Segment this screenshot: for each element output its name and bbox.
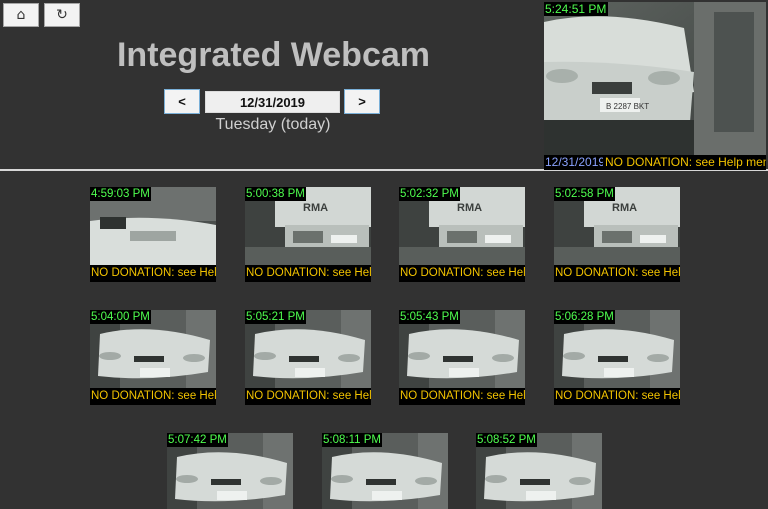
previous-day-button[interactable]: <	[164, 89, 200, 114]
thumbnail[interactable]: RMA 5:00:38 PM NO DONATION: see Hel	[245, 187, 371, 283]
home-icon: ⌂	[16, 7, 26, 23]
thumbnail[interactable]: 5:08:52 PM	[476, 433, 602, 509]
live-camera-image: B 2287 BKT	[544, 2, 766, 156]
live-timestamp: 5:24:51 PM	[544, 2, 609, 16]
svg-text:RMA: RMA	[457, 202, 482, 214]
thumbnail[interactable]: 5:08:11 PM	[322, 433, 448, 509]
page-title: Integrated Webcam	[116, 36, 430, 74]
thumbnail[interactable]: RMA 5:02:32 PM NO DONATION: see Hel	[399, 187, 525, 283]
live-date: 12/31/2019	[544, 155, 607, 170]
svg-text:RMA: RMA	[303, 202, 328, 214]
svg-text:B 2287 BKT: B 2287 BKT	[606, 102, 649, 111]
thumbnail-timestamp: 5:05:43 PM	[399, 310, 460, 324]
thumbnail[interactable]: RMA 5:02:58 PM NO DONATION: see Hel	[554, 187, 680, 283]
thumbnail-donation-notice: NO DONATION: see Hel	[90, 265, 216, 282]
thumbnail-timestamp: 5:08:52 PM	[476, 433, 537, 447]
home-button[interactable]: ⌂	[3, 3, 39, 27]
thumbnail-timestamp: 5:02:58 PM	[554, 187, 615, 201]
thumbnail-timestamp: 5:00:38 PM	[245, 187, 306, 201]
thumbnail[interactable]: 4:59:03 PM NO DONATION: see Hel	[90, 187, 216, 283]
thumbnail-timestamp: 5:02:32 PM	[399, 187, 460, 201]
thumbnail-timestamp: 4:59:03 PM	[90, 187, 151, 201]
thumbnail-timestamp: 5:06:28 PM	[554, 310, 615, 324]
refresh-button[interactable]: ↻	[44, 3, 80, 27]
thumbnail-donation-notice: NO DONATION: see Hel	[90, 388, 216, 405]
thumbnail[interactable]: 5:07:42 PM	[167, 433, 293, 509]
live-donation-notice: NO DONATION: see Help menu	[603, 155, 766, 170]
thumbnail-donation-notice: NO DONATION: see Hel	[399, 265, 525, 282]
thumbnail[interactable]: 5:05:21 PM NO DONATION: see Hel	[245, 310, 371, 406]
thumbnail-donation-notice: NO DONATION: see Hel	[399, 388, 525, 405]
svg-text:RMA: RMA	[612, 202, 637, 214]
thumbnail[interactable]: 5:04:00 PM NO DONATION: see Hel	[90, 310, 216, 406]
thumbnail-donation-notice: NO DONATION: see Hel	[554, 388, 680, 405]
thumbnail-timestamp: 5:05:21 PM	[245, 310, 306, 324]
thumbnail-donation-notice: NO DONATION: see Hel	[245, 265, 371, 282]
thumbnail-timestamp: 5:04:00 PM	[90, 310, 151, 324]
day-label: Tuesday (today)	[215, 116, 331, 133]
date-field[interactable]	[205, 91, 340, 113]
thumbnail-timestamp: 5:08:11 PM	[322, 433, 382, 447]
next-day-button[interactable]: >	[344, 89, 380, 114]
refresh-icon: ↻	[56, 7, 68, 23]
live-preview[interactable]: B 2287 BKT 5:24:51 PM 12/31/2019 NO DONA…	[544, 2, 766, 170]
header-panel: ⌂ ↻ Integrated Webcam < > Tuesday (today…	[0, 0, 768, 171]
thumbnail-timestamp: 5:07:42 PM	[167, 433, 228, 447]
thumbnail[interactable]: 5:05:43 PM NO DONATION: see Hel	[399, 310, 525, 406]
thumbnail-donation-notice: NO DONATION: see Hel	[245, 388, 371, 405]
thumbnail[interactable]: 5:06:28 PM NO DONATION: see Hel	[554, 310, 680, 406]
thumbnail-donation-notice: NO DONATION: see Hel	[554, 265, 680, 282]
